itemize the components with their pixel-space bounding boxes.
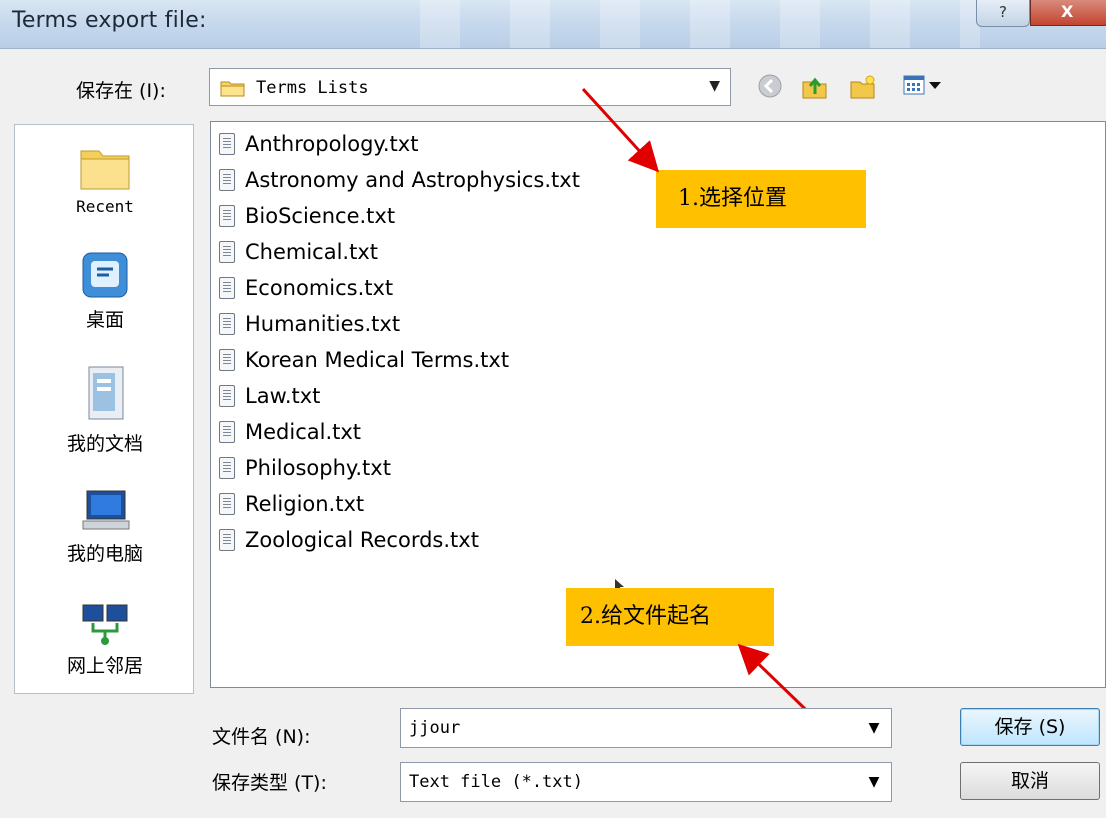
filetype-label: 保存类型 (T): [212,772,327,794]
back-icon[interactable] [756,72,784,104]
place-label: 桌面 [85,309,124,331]
places-bar: Recent 桌面 我的文档 我的电脑 网上邻居 [14,124,194,694]
file-name: Zoological Records.txt [245,528,479,552]
text-file-icon [219,169,235,191]
chevron-down-icon[interactable]: ▼ [857,709,891,747]
desktop-icon [82,252,128,298]
my-computer-icon [82,490,130,530]
filename-value[interactable]: jjour [409,718,460,738]
window-title: Terms export file: [12,8,207,33]
text-file-icon [219,529,235,551]
text-file-icon [219,313,235,335]
file-item[interactable]: Economics.txt [219,270,393,306]
file-item[interactable]: Medical.txt [219,414,361,450]
help-button[interactable]: ? [976,0,1030,27]
file-name: Philosophy.txt [245,456,391,480]
save-in-value: Terms Lists [256,78,369,98]
file-item[interactable]: Humanities.txt [219,306,400,342]
text-file-icon [219,493,235,515]
file-name: Religion.txt [245,492,365,516]
place-my-computer[interactable]: 我的电脑 [15,487,195,566]
file-item[interactable]: Philosophy.txt [219,450,391,486]
save-in-label: 保存在 (I): [76,80,166,102]
text-file-icon [219,457,235,479]
place-my-documents[interactable]: 我的文档 [15,363,195,456]
file-name: Humanities.txt [245,312,401,336]
place-label: 网上邻居 [66,655,143,677]
file-name: Law.txt [245,384,321,408]
text-file-icon [219,241,235,263]
text-file-icon [219,277,235,299]
file-name: Economics.txt [245,276,394,300]
place-label: 我的电脑 [66,543,143,565]
text-file-icon [219,205,235,227]
place-label: 我的文档 [66,433,143,455]
file-item[interactable]: BioScience.txt [219,198,395,234]
text-file-icon [219,421,235,443]
file-name: Medical.txt [245,420,362,444]
file-name: Astronomy and Astrophysics.txt [245,168,580,192]
filename-label: 文件名 (N): [212,726,311,748]
save-in-combo[interactable]: Terms Lists ▼ [209,68,731,106]
file-item[interactable]: Astronomy and Astrophysics.txt [219,162,580,198]
file-item[interactable]: Law.txt [219,378,320,414]
file-item[interactable]: Chemical.txt [219,234,378,270]
up-folder-icon[interactable] [800,72,830,106]
file-item[interactable]: Religion.txt [219,486,364,522]
network-icon [82,604,128,645]
file-item[interactable]: Korean Medical Terms.txt [219,342,509,378]
my-documents-icon [88,366,124,420]
file-item[interactable]: Zoological Records.txt [219,522,479,558]
save-button[interactable]: 保存 (S) [960,708,1100,746]
new-folder-icon[interactable] [848,72,878,106]
close-button[interactable]: X [1030,0,1106,26]
folder-icon [220,81,245,97]
chevron-down-icon[interactable]: ▼ [857,763,891,801]
annotation-step2: 2.给文件起名 [566,588,774,646]
file-name: BioScience.txt [245,204,396,228]
recent-folder-icon [80,150,130,190]
cancel-button[interactable]: 取消 [960,762,1100,800]
title-bar-decoration [420,0,980,48]
view-menu-icon[interactable] [902,72,948,104]
filetype-value: Text file (*.txt) [409,772,583,792]
text-file-icon [219,349,235,371]
file-name: Anthropology.txt [245,132,419,156]
filename-input[interactable]: jjour ▼ [400,708,892,748]
filetype-select[interactable]: Text file (*.txt) ▼ [400,762,892,802]
place-desktop[interactable]: 桌面 [15,249,195,332]
file-name: Korean Medical Terms.txt [245,348,510,372]
file-name: Chemical.txt [245,240,379,264]
text-file-icon [219,133,235,155]
title-bar: Terms export file: ? X [0,0,1106,49]
text-file-icon [219,385,235,407]
file-item[interactable]: Anthropology.txt [219,126,418,162]
place-network[interactable]: 网上邻居 [15,599,195,678]
annotation-step1: 1.选择位置 [656,170,866,228]
chevron-down-icon[interactable]: ▼ [709,78,720,94]
place-recent[interactable]: Recent [15,143,195,216]
place-label: Recent [76,197,134,216]
